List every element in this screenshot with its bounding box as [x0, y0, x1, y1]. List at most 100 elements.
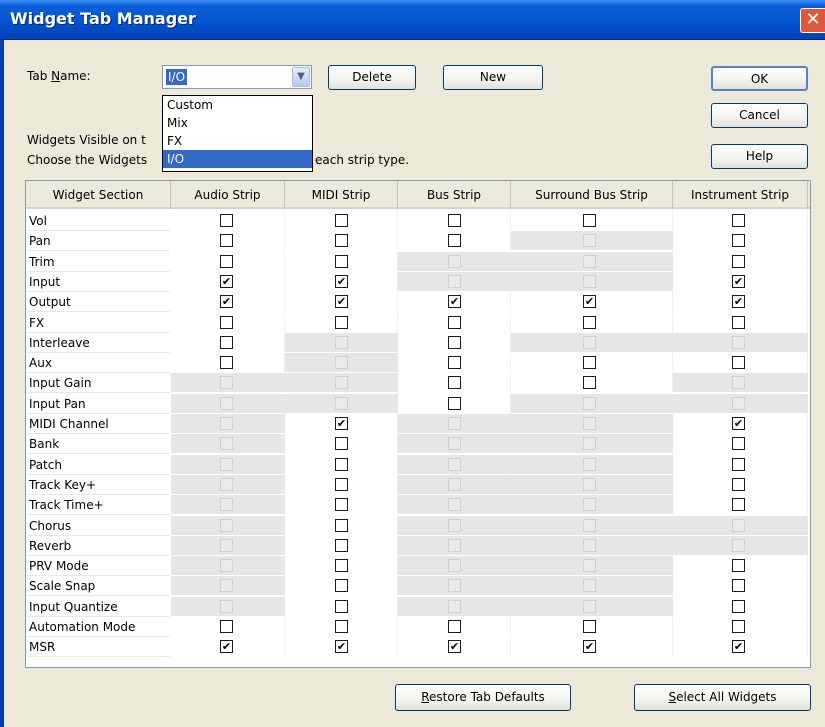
checkbox[interactable]: [335, 477, 348, 491]
checkbox[interactable]: [732, 457, 745, 471]
chevron-down-icon[interactable]: ▼: [292, 67, 310, 87]
checkbox[interactable]: [335, 315, 348, 329]
checkbox[interactable]: [335, 538, 348, 552]
checkbox-checked[interactable]: ✔: [448, 640, 461, 654]
checkbox[interactable]: [732, 315, 745, 329]
dropdown-option[interactable]: I/O: [163, 150, 312, 168]
checkbox: [583, 254, 596, 268]
checkbox[interactable]: [220, 315, 233, 329]
checkbox[interactable]: [448, 234, 461, 248]
row-label: Track Key+: [27, 475, 170, 495]
checkbox[interactable]: [732, 599, 745, 613]
checkbox[interactable]: [335, 518, 348, 532]
checkbox-checked[interactable]: ✔: [583, 640, 596, 654]
checkbox-checked[interactable]: ✔: [220, 274, 233, 288]
column-header[interactable]: Widget Section: [26, 181, 171, 209]
table-cell: ✔: [511, 292, 673, 313]
checkbox[interactable]: [732, 254, 745, 268]
checkbox-checked[interactable]: ✔: [732, 274, 745, 288]
checkbox[interactable]: [732, 620, 745, 633]
checkbox[interactable]: [448, 315, 461, 329]
row-label: Input: [27, 272, 170, 292]
dropdown-option[interactable]: Mix: [163, 114, 312, 132]
checkbox[interactable]: [220, 335, 233, 349]
table-cell: [511, 617, 673, 637]
checkbox[interactable]: [732, 477, 745, 491]
checkbox-checked[interactable]: ✔: [732, 295, 745, 309]
checkbox-checked[interactable]: ✔: [583, 295, 596, 309]
checkbox-checked[interactable]: ✔: [335, 640, 348, 654]
checkbox[interactable]: [220, 214, 233, 227]
restore-tab-defaults-button[interactable]: Restore Tab Defaults: [395, 684, 571, 711]
row-label: Track Time+: [27, 495, 170, 516]
checkbox[interactable]: [335, 599, 348, 613]
checkbox-checked[interactable]: ✔: [335, 417, 348, 430]
checkbox[interactable]: [732, 579, 745, 593]
checkbox[interactable]: [335, 234, 348, 248]
checkbox[interactable]: [448, 620, 461, 633]
checkbox[interactable]: [220, 234, 233, 248]
close-icon[interactable]: ✕: [800, 8, 825, 33]
checkbox[interactable]: [448, 356, 461, 370]
column-header[interactable]: MIDI Strip: [285, 181, 398, 209]
checkbox[interactable]: [583, 620, 596, 633]
checkbox[interactable]: [335, 457, 348, 471]
table-cell: [171, 576, 285, 597]
checkbox[interactable]: [583, 356, 596, 370]
checkbox[interactable]: [448, 335, 461, 349]
checkbox-checked[interactable]: ✔: [220, 640, 233, 654]
table-cell: [285, 576, 398, 597]
checkbox[interactable]: [335, 579, 348, 593]
checkbox: [335, 396, 348, 410]
checkbox-checked[interactable]: ✔: [732, 417, 745, 430]
ok-button[interactable]: OK: [711, 66, 808, 91]
table-row: Pan: [26, 231, 810, 252]
checkbox-checked[interactable]: ✔: [335, 295, 348, 309]
column-header[interactable]: Instrument Strip: [673, 181, 808, 209]
checkbox-checked[interactable]: ✔: [448, 295, 461, 309]
checkbox[interactable]: [220, 356, 233, 370]
checkbox[interactable]: [583, 376, 596, 390]
checkbox-checked[interactable]: ✔: [732, 640, 745, 654]
checkbox[interactable]: [583, 214, 596, 227]
checkbox[interactable]: [732, 437, 745, 451]
checkbox[interactable]: [448, 214, 461, 227]
checkbox[interactable]: [220, 620, 233, 633]
checkbox: [583, 335, 596, 349]
checkbox[interactable]: [335, 437, 348, 451]
checkbox[interactable]: [732, 234, 745, 248]
checkbox[interactable]: [448, 376, 461, 390]
checkbox[interactable]: [583, 315, 596, 329]
checkbox[interactable]: [448, 396, 461, 410]
checkbox[interactable]: [732, 559, 745, 573]
column-header[interactable]: Audio Strip: [171, 181, 285, 209]
checkbox: [220, 376, 233, 390]
checkbox-checked[interactable]: ✔: [335, 274, 348, 288]
checkbox: [732, 396, 745, 410]
checkbox[interactable]: [732, 214, 745, 227]
table-cell: ✔: [285, 414, 398, 434]
table-cell: [398, 353, 511, 374]
delete-button[interactable]: Delete: [328, 65, 416, 90]
dropdown-option[interactable]: Custom: [163, 96, 312, 114]
column-header[interactable]: Surround Bus Strip: [511, 181, 673, 209]
new-button[interactable]: New: [443, 65, 543, 90]
tab-name-label: Tab Name:: [27, 69, 91, 83]
column-header[interactable]: Bus Strip: [398, 181, 511, 209]
checkbox[interactable]: [335, 214, 348, 227]
table-row: Output ✔ ✔ ✔ ✔ ✔: [26, 292, 810, 313]
checkbox[interactable]: [220, 254, 233, 268]
table-cell: ✔: [171, 637, 285, 658]
checkbox[interactable]: [335, 254, 348, 268]
checkbox-checked[interactable]: ✔: [220, 295, 233, 309]
help-button[interactable]: Help: [711, 144, 808, 169]
checkbox[interactable]: [732, 498, 745, 512]
checkbox[interactable]: [732, 356, 745, 370]
dropdown-option[interactable]: FX: [163, 132, 312, 150]
tab-name-combobox[interactable]: I/O ▼: [162, 65, 312, 89]
cancel-button[interactable]: Cancel: [711, 103, 808, 128]
checkbox[interactable]: [335, 559, 348, 573]
select-all-widgets-button[interactable]: Select All Widgets: [634, 684, 811, 711]
checkbox[interactable]: [335, 498, 348, 512]
checkbox[interactable]: [335, 620, 348, 633]
